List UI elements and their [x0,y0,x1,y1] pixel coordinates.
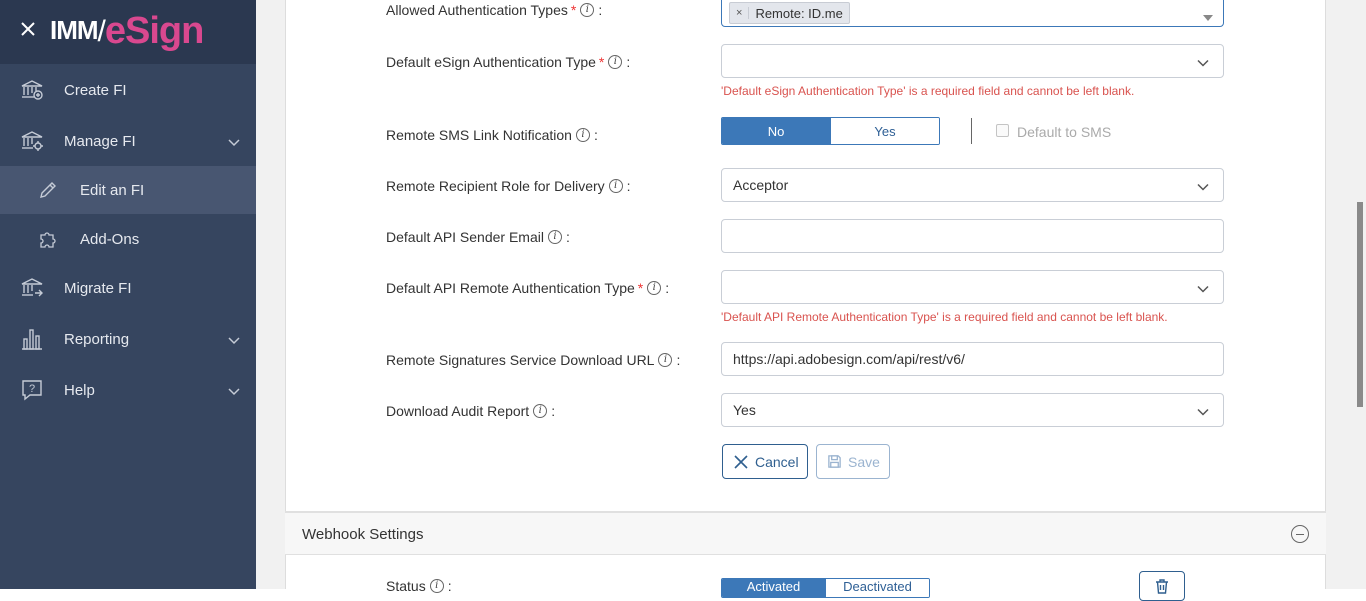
bank-migrate-icon [20,276,44,300]
floppy-disk-icon [828,455,841,468]
sidebar-item-reporting[interactable]: Reporting [0,314,256,364]
sidebar-item-add-ons[interactable]: Add-Ons [0,214,256,264]
close-icon [734,454,748,469]
info-icon[interactable]: i [575,128,590,142]
brand-header: IMM/eSign [0,0,256,64]
chevron-down-icon [1197,282,1209,294]
caret-down-icon[interactable] [1203,8,1213,24]
sms-yes-option[interactable]: Yes [830,118,939,144]
info-icon[interactable]: i [658,353,673,367]
bank-settings-icon [20,129,44,153]
sidebar-item-manage-fi[interactable]: Manage FI [0,116,256,166]
info-icon[interactable]: i [647,281,662,295]
info-icon[interactable]: i [608,55,623,69]
api-remote-auth-select[interactable] [721,270,1224,304]
help-icon: ? [20,378,44,402]
api-sender-email-label: Default API Sender Email i: [386,229,570,245]
close-menu-icon[interactable] [18,19,38,39]
default-esign-auth-label: Default eSign Authentication Type * i: [386,54,631,70]
sidebar-item-migrate-fi[interactable]: Migrate FI [0,263,256,313]
trash-icon [1156,579,1168,594]
collapse-icon[interactable] [1291,525,1309,543]
chevron-down-icon [228,384,240,396]
sidebar-item-help[interactable]: ? Help [0,365,256,415]
info-icon[interactable]: i [533,404,548,418]
default-esign-auth-select[interactable] [721,44,1224,78]
info-icon[interactable]: i [429,579,444,593]
audit-report-select[interactable]: Yes [721,393,1224,427]
divider [971,118,972,144]
remote-sms-toggle: No Yes [721,117,940,145]
sidebar-item-create-fi[interactable]: Create FI [0,65,256,115]
default-to-sms-label: Default to SMS [1017,124,1112,140]
allowed-auth-multiselect[interactable]: × Remote: ID.me [721,0,1224,27]
sms-no-option[interactable]: No [722,118,830,144]
page-scrollbar[interactable] [1354,0,1366,589]
status-label: Status i: [386,578,452,594]
app-logo[interactable]: IMM/eSign [50,10,204,53]
status-activated-option[interactable]: Activated [722,579,825,597]
status-toggle: Activated Deactivated [721,578,930,598]
bank-add-icon [20,78,44,102]
delete-webhook-button[interactable] [1139,571,1185,601]
recipient-role-select[interactable]: Acceptor [721,168,1224,202]
info-icon[interactable]: i [547,230,562,244]
info-icon[interactable]: i [608,179,623,193]
default-to-sms-checkbox[interactable] [996,124,1009,137]
audit-report-label: Download Audit Report i: [386,403,556,419]
selected-tag: × Remote: ID.me [729,2,850,24]
svg-text:?: ? [29,383,35,395]
default-esign-auth-error: 'Default eSign Authentication Type' is a… [721,84,1135,98]
download-url-input[interactable]: https://api.adobesign.com/api/rest/v6/ [721,342,1224,376]
info-icon[interactable]: i [580,3,595,17]
chevron-down-icon [1197,180,1209,192]
sidebar-item-edit-fi[interactable]: Edit an FI [0,166,256,214]
sidebar: IMM/eSign Create FI Manage FI Edit an FI… [0,0,256,589]
api-sender-email-input[interactable] [721,219,1224,253]
scrollbar-thumb[interactable] [1357,202,1363,407]
puzzle-icon [38,229,58,249]
chevron-down-icon [1197,405,1209,417]
recipient-role-label: Remote Recipient Role for Delivery i: [386,178,631,194]
cancel-button[interactable]: Cancel [722,444,808,479]
download-url-label: Remote Signatures Service Download URL i: [386,352,681,368]
api-remote-auth-label: Default API Remote Authentication Type * i… [386,280,670,296]
chevron-down-icon [228,135,240,147]
webhook-settings-header[interactable]: Webhook Settings [285,511,1326,555]
bar-chart-icon [20,327,44,351]
pencil-icon [38,180,58,200]
remote-sms-label: Remote SMS Link Notification i: [386,127,598,143]
api-remote-auth-error: 'Default API Remote Authentication Type'… [721,310,1168,324]
status-deactivated-option[interactable]: Deactivated [825,579,929,597]
allowed-auth-label: Allowed Authentication Types * i: [386,2,603,18]
webhook-settings-title: Webhook Settings [302,526,424,543]
chevron-down-icon [228,333,240,345]
save-button[interactable]: Save [816,444,890,479]
chevron-down-icon [1197,56,1209,68]
tag-remove-icon[interactable]: × [730,7,750,19]
